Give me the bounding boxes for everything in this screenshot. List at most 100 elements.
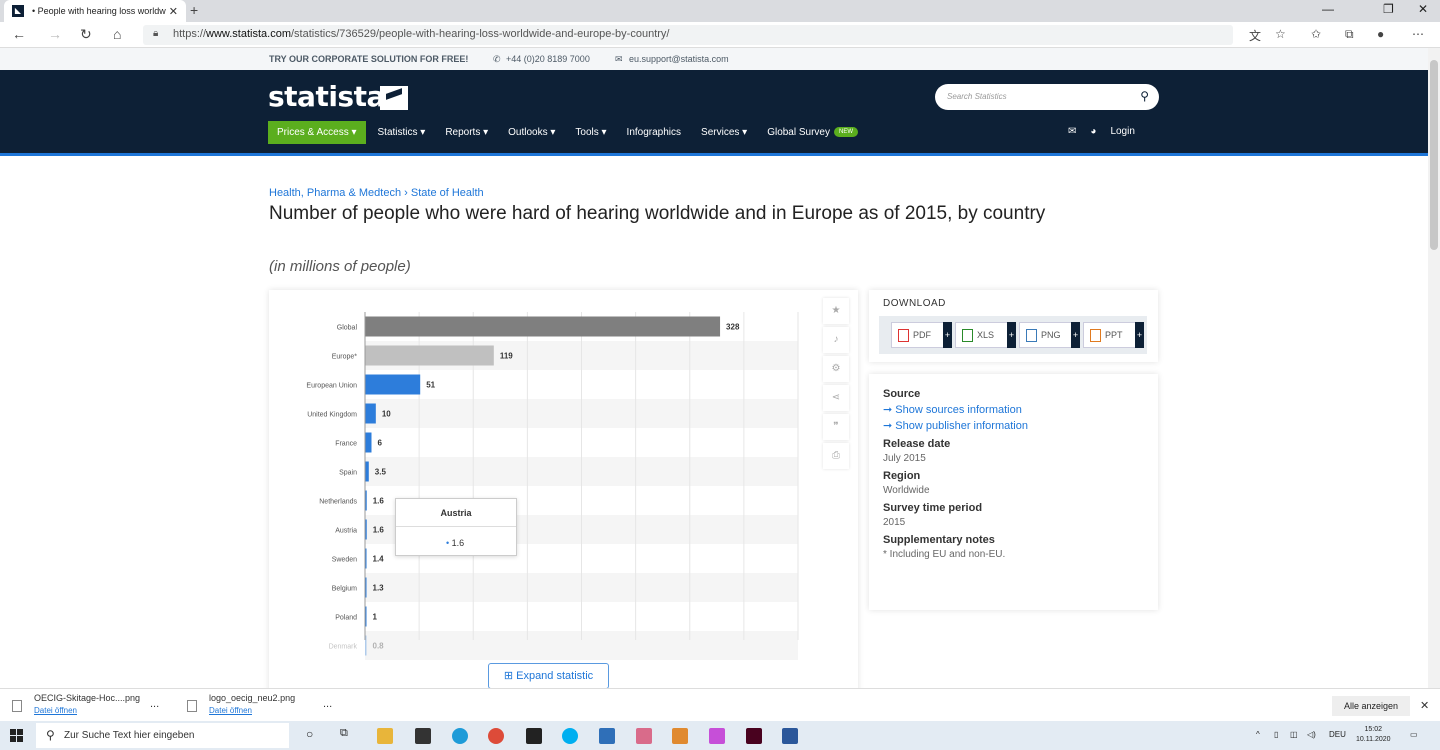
expand-statistic-button[interactable]: ⊞ Expand statistic <box>488 663 609 688</box>
login-link[interactable]: Login <box>1110 126 1134 137</box>
download-png-button[interactable]: PNG + <box>1019 322 1080 348</box>
indesign-icon[interactable] <box>746 728 762 744</box>
value-label: 3.5 <box>375 468 387 477</box>
phone-number[interactable]: +44 (0)20 8189 7000 <box>506 54 590 64</box>
forward-icon[interactable]: → <box>48 26 62 42</box>
star-icon[interactable]: ★ <box>823 298 849 324</box>
download-1-more-icon[interactable]: ... <box>150 698 159 710</box>
bell-icon[interactable]: ♪ <box>823 327 849 353</box>
breadcrumb-state-of-health[interactable]: State of Health <box>411 187 484 199</box>
share-icon[interactable]: ⋖ <box>823 385 849 411</box>
taskbar-clock[interactable]: 15:02 10.11.2020 <box>1356 725 1391 745</box>
language-indicator[interactable]: DEU <box>1329 730 1346 739</box>
download-ppt-button[interactable]: PPT + <box>1083 322 1144 348</box>
chrome-icon[interactable] <box>488 728 504 744</box>
gear-icon[interactable]: ⚙ <box>823 356 849 382</box>
pdf-file-icon <box>898 328 909 342</box>
release-date-heading: Release date <box>883 438 951 450</box>
search-input[interactable]: Search Statistics ⚲ <box>935 84 1159 110</box>
download-item-1[interactable]: OECIG-Skitage-Hoc....png Datei öffnen <box>12 693 141 715</box>
open-file-1-link[interactable]: Datei öffnen <box>34 706 140 715</box>
creative-cloud-icon[interactable] <box>709 728 725 744</box>
window-close-icon[interactable]: ✕ <box>1418 2 1428 16</box>
skype-icon[interactable] <box>562 728 578 744</box>
mail-nav-icon[interactable]: ✉ <box>1068 126 1076 137</box>
nav-reports[interactable]: Reports ▾ <box>445 127 488 138</box>
word-icon[interactable] <box>782 728 798 744</box>
png-plus-icon[interactable]: + <box>1071 322 1080 348</box>
file-icon <box>12 700 22 712</box>
taskbar-search-input[interactable]: ⚲ Zur Suche Text hier eingeben <box>36 723 289 748</box>
browser-tab[interactable]: ◣ • People with hearing loss worldw ✕ <box>4 0 186 22</box>
windows-start-icon[interactable] <box>10 729 24 743</box>
show-all-downloads-button[interactable]: Alle anzeigen <box>1332 696 1410 716</box>
download-buttons: PDF + XLS + PNG + PPT + <box>879 316 1147 354</box>
show-sources-link[interactable]: ➞ Show sources information <box>883 403 1144 416</box>
nav-tools[interactable]: Tools ▾ <box>575 127 606 138</box>
nav-services[interactable]: Services ▾ <box>701 127 747 138</box>
statista-logo[interactable]: statista <box>268 80 385 113</box>
png-label: PNG <box>1041 330 1061 340</box>
search-icon[interactable]: ⚲ <box>1140 89 1149 103</box>
breadcrumb-health[interactable]: Health, Pharma & Medtech <box>269 187 401 199</box>
ppt-plus-icon[interactable]: + <box>1135 322 1144 348</box>
category-label: Sweden <box>332 557 357 564</box>
media-icon[interactable] <box>672 728 688 744</box>
profile-icon[interactable]: ● <box>1377 27 1384 41</box>
url-input[interactable]: 🔒︎ https://www.statista.com/statistics/7… <box>143 25 1233 45</box>
support-email[interactable]: eu.support@statista.com <box>629 54 729 64</box>
pdf-plus-icon[interactable]: + <box>943 322 952 348</box>
scrollbar-thumb[interactable] <box>1430 60 1438 250</box>
translate-icon[interactable]: ⽂ <box>1249 27 1261 44</box>
nav-infographics[interactable]: Infographics <box>627 127 681 138</box>
minimize-icon[interactable]: — <box>1322 2 1334 16</box>
app-icon[interactable] <box>526 728 542 744</box>
collections-icon[interactable]: ⧉ <box>1345 27 1354 42</box>
edge-icon[interactable] <box>452 728 468 744</box>
network-icon[interactable]: ◫ <box>1290 730 1298 739</box>
tab-close-icon[interactable]: ✕ <box>169 5 178 18</box>
close-downloads-icon[interactable]: ✕ <box>1420 699 1429 712</box>
tray-chevron-icon[interactable]: ^ <box>1256 730 1260 739</box>
settings-more-icon[interactable]: ⋯ <box>1412 27 1424 41</box>
nav-prices-access[interactable]: Prices & Access ▾ <box>268 120 366 144</box>
quote-icon[interactable]: ❞ <box>823 414 849 440</box>
taskbar-search-icon: ⚲ <box>46 728 55 742</box>
nav-outlooks[interactable]: Outlooks ▾ <box>508 127 555 138</box>
paint-icon[interactable] <box>636 728 652 744</box>
task-view-icon[interactable]: ⧉ <box>340 727 348 740</box>
xls-plus-icon[interactable]: + <box>1007 322 1016 348</box>
favorites-icon[interactable]: ✩ <box>1311 27 1321 41</box>
value-label: 1.6 <box>373 497 385 506</box>
reload-icon[interactable]: ↻ <box>80 26 92 43</box>
outlook-icon[interactable] <box>599 728 615 744</box>
nav-global-survey[interactable]: Global Survey NEW <box>767 127 858 138</box>
supplementary-notes-value: * Including EU and non-EU. <box>883 549 1006 560</box>
open-file-2-link[interactable]: Datei öffnen <box>209 706 295 715</box>
show-publisher-link[interactable]: ➞ Show publisher information <box>883 419 1144 432</box>
page-scrollbar[interactable] <box>1428 48 1440 688</box>
download-pdf-button[interactable]: PDF + <box>891 322 952 348</box>
statista-logo-mark-icon <box>380 86 408 110</box>
nav-statistics[interactable]: Statistics ▾ <box>378 127 426 138</box>
volume-icon[interactable]: ◁) <box>1307 730 1316 739</box>
file-explorer-icon[interactable] <box>377 728 393 744</box>
tray-device-icon[interactable]: ▯ <box>1274 730 1278 739</box>
download-xls-button[interactable]: XLS + <box>955 322 1016 348</box>
corporate-link[interactable]: TRY OUR CORPORATE SOLUTION FOR FREE! <box>269 54 468 64</box>
download-item-2[interactable]: logo_oecig_neu2.png Datei öffnen <box>187 693 295 715</box>
download-2-more-icon[interactable]: ... <box>323 698 332 710</box>
home-icon[interactable]: ⌂ <box>113 26 121 42</box>
new-tab-button[interactable]: + <box>190 2 198 18</box>
store-icon[interactable] <box>415 728 431 744</box>
new-badge: NEW <box>834 126 858 137</box>
download-file-1: OECIG-Skitage-Hoc....png <box>34 693 141 703</box>
favorite-star-icon[interactable]: ☆ <box>1275 27 1286 41</box>
cortana-icon[interactable]: ○ <box>306 727 313 741</box>
back-icon[interactable]: ← <box>12 26 26 42</box>
notification-icon[interactable]: ▭ <box>1410 730 1418 739</box>
restore-icon[interactable]: ❐ <box>1383 2 1394 16</box>
value-label: 1.3 <box>373 584 385 593</box>
globe-icon[interactable]: ◕ <box>1090 126 1096 137</box>
print-icon[interactable]: ⎙ <box>823 443 849 469</box>
